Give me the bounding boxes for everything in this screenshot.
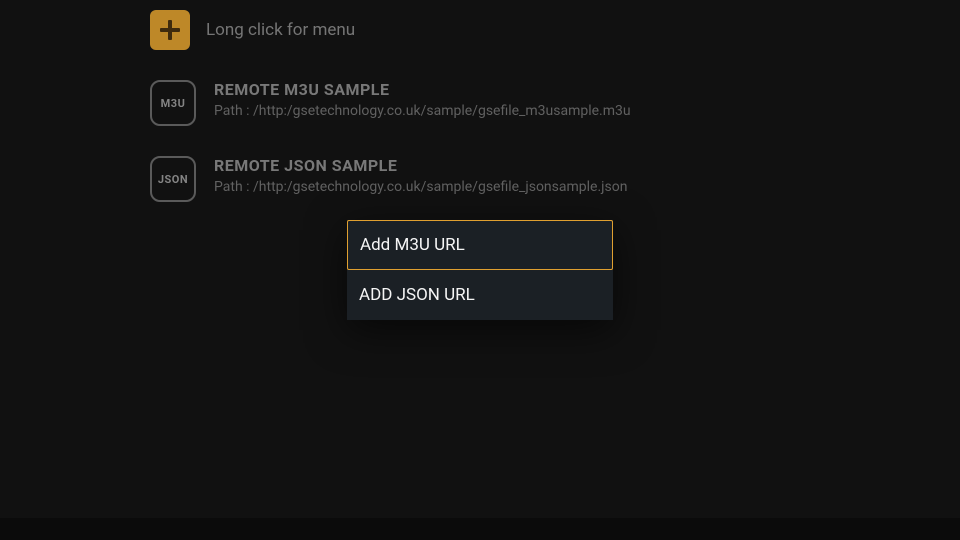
menu-item-add-m3u[interactable]: Add M3U URL [347,220,613,270]
context-menu: Add M3U URL ADD JSON URL [347,220,613,320]
bottom-bar [0,518,960,540]
menu-item-add-json[interactable]: ADD JSON URL [347,270,613,320]
modal-overlay[interactable]: Add M3U URL ADD JSON URL [0,0,960,540]
